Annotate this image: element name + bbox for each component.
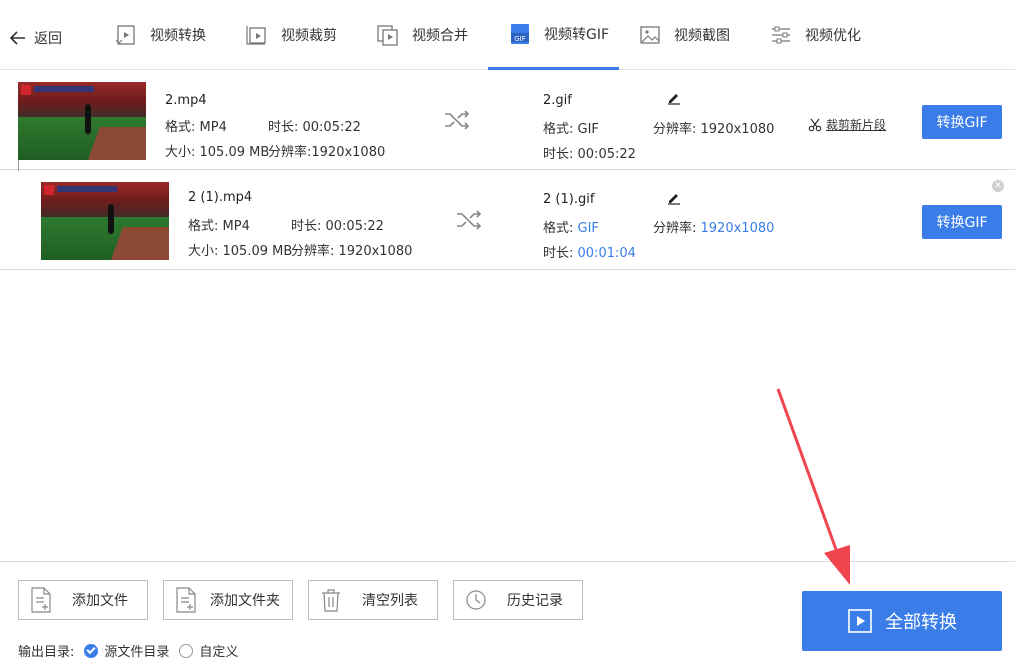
output-format: 格式: GIF [543, 122, 599, 137]
remove-row-icon[interactable]: ✕ [992, 180, 1004, 192]
top-nav: 返回 视频转换 视频裁剪 视频合并 GIF 视频转GIF 视频截图 视频优化 [0, 0, 1015, 70]
shuffle-icon [445, 110, 470, 130]
output-resolution: 分辨率: 1920x1080 [653, 122, 775, 137]
source-format: 格式: MP4 [165, 120, 227, 135]
scissors-icon [808, 118, 822, 131]
radio-source-dir[interactable] [84, 643, 99, 658]
gif-icon: GIF [511, 23, 529, 44]
output-file-name: 2.gif [543, 93, 572, 108]
tab-video-to-gif[interactable]: GIF 视频转GIF [488, 0, 619, 70]
back-label: 返回 [34, 31, 62, 47]
tab-video-optimize[interactable]: 视频优化 [769, 0, 861, 70]
video-crop-icon [246, 26, 266, 45]
tab-video-convert[interactable]: 视频转换 [114, 0, 206, 70]
history-button[interactable]: 历史记录 [453, 580, 583, 620]
back-button[interactable]: 返回 [8, 28, 62, 48]
output-format-value: GIF [577, 122, 599, 137]
output-duration-value: 00:05:22 [577, 147, 636, 162]
tab-video-screenshot[interactable]: 视频截图 [638, 0, 730, 70]
add-folder-icon [176, 587, 196, 613]
edit-pencil-icon[interactable] [667, 91, 681, 105]
video-thumbnail [18, 82, 146, 160]
radio-custom-dir[interactable] [179, 643, 194, 658]
add-file-icon [31, 587, 51, 613]
output-resolution: 分辨率: 1920x1080 [653, 221, 775, 236]
video-convert-icon [115, 25, 135, 45]
output-resolution-value: 1920x1080 [700, 122, 775, 137]
source-duration: 时长: 00:05:22 [268, 120, 361, 135]
output-duration-value: 00:01:04 [577, 246, 636, 261]
shuffle-icon [457, 210, 482, 230]
clock-icon [466, 590, 486, 610]
source-resolution: 分辨率:1920x1080 [268, 145, 386, 160]
convert-gif-button[interactable]: 转换GIF [922, 105, 1002, 139]
source-size: 大小: 105.09 MB [188, 244, 293, 259]
arrow-left-icon [9, 31, 25, 45]
tab-label: 视频合并 [412, 28, 468, 44]
tab-video-merge[interactable]: 视频合并 [376, 0, 468, 70]
add-folder-button[interactable]: 添加文件夹 [163, 580, 293, 620]
gif-badge-text: GIF [514, 35, 526, 43]
tab-label: 视频裁剪 [281, 28, 337, 44]
file-row: 2 (1).mp4 格式: MP4 时长: 00:05:22 大小: 105.0… [0, 171, 1015, 270]
bottom-toolbar: 添加文件 添加文件夹 清空列表 历史记录 输出目录: 源文件目录 自定义 全部转… [0, 561, 1015, 666]
source-file-name: 2 (1).mp4 [188, 190, 253, 205]
option-source-label: 源文件目录 [104, 645, 170, 660]
sliders-icon [772, 26, 790, 44]
add-file-button[interactable]: 添加文件 [18, 580, 148, 620]
edit-pencil-icon[interactable] [667, 191, 681, 205]
cut-new-segment-link[interactable]: 裁剪新片段 [808, 116, 886, 133]
video-merge-icon [377, 25, 398, 46]
clear-list-button[interactable]: 清空列表 [308, 580, 438, 620]
source-file-name: 2.mp4 [165, 93, 207, 108]
tab-label: 视频截图 [674, 28, 730, 44]
output-format-value: GIF [577, 221, 599, 236]
tab-video-crop[interactable]: 视频裁剪 [245, 0, 337, 70]
tab-label: 视频优化 [805, 28, 861, 44]
play-icon [848, 609, 872, 633]
output-directory: 输出目录: 源文件目录 自定义 [18, 641, 238, 660]
option-custom-label: 自定义 [199, 645, 239, 660]
output-resolution-value: 1920x1080 [700, 221, 775, 236]
source-resolution: 分辨率: 1920x1080 [291, 244, 413, 259]
output-file-name: 2 (1).gif [543, 192, 595, 207]
convert-gif-button[interactable]: 转换GIF [922, 205, 1002, 239]
annotation-arrow [776, 388, 850, 585]
output-dir-label: 输出目录: [18, 645, 75, 660]
output-duration: 时长: 00:05:22 [543, 147, 636, 162]
tab-label: 视频转GIF [544, 26, 610, 43]
source-format: 格式: MP4 [188, 219, 250, 234]
source-size: 大小: 105.09 MB [165, 145, 270, 160]
output-format: 格式: GIF [543, 221, 599, 236]
video-thumbnail [41, 182, 169, 260]
tab-label: 视频转换 [150, 28, 206, 44]
output-duration: 时长: 00:01:04 [543, 246, 636, 261]
trash-icon [322, 589, 340, 612]
image-icon [640, 26, 660, 44]
file-row: 2.mp4 格式: MP4 时长: 00:05:22 大小: 105.09 MB… [0, 71, 1015, 219]
source-duration: 时长: 00:05:22 [291, 219, 384, 234]
convert-all-button[interactable]: 全部转换 [802, 591, 1002, 651]
